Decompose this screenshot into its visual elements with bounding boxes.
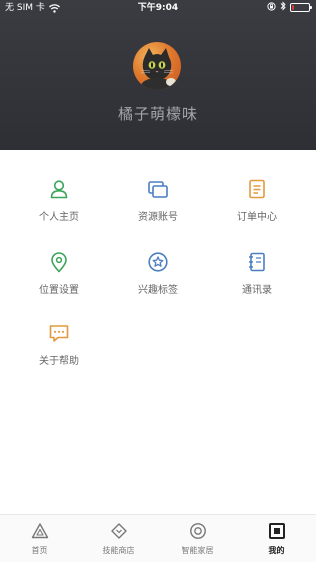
star-badge-icon — [148, 252, 168, 272]
bottom-tab-bar: 首页 技能商店 智能家居 我的 — [0, 514, 316, 562]
status-bar: 无 SIM 卡 下午9:04 — [0, 0, 316, 16]
menu-item-personal-homepage[interactable]: 个人主页 — [6, 168, 112, 228]
menu-item-label: 通讯录 — [242, 285, 272, 296]
avatar[interactable] — [133, 42, 181, 90]
menu-item-label: 关于帮助 — [39, 356, 79, 367]
menu-item-contacts[interactable]: 通讯录 — [204, 241, 310, 301]
cards-icon — [148, 181, 168, 198]
tab-smart-home[interactable]: 智能家居 — [158, 515, 237, 562]
tab-mine[interactable]: 我的 — [237, 515, 316, 562]
profile-square-icon — [268, 523, 285, 539]
profile-screen: 无 SIM 卡 下午9:04 橘子萌檬味 个人主页 资源账号 订单中心 位置设置… — [0, 0, 316, 562]
menu-item-resource-accounts[interactable]: 资源账号 — [105, 168, 211, 228]
menu-item-location-settings[interactable]: 位置设置 — [6, 241, 112, 301]
menu-item-order-center[interactable]: 订单中心 — [204, 168, 310, 228]
rotation-lock-icon — [267, 1, 276, 11]
menu-item-label: 位置设置 — [39, 285, 79, 296]
menu-item-about-help[interactable]: 关于帮助 — [6, 312, 112, 372]
smart-home-circle-icon — [189, 523, 206, 539]
location-pin-icon — [51, 252, 67, 273]
battery-icon — [290, 3, 312, 12]
diamond-shop-icon — [110, 523, 127, 539]
home-triangle-icon — [31, 523, 48, 539]
address-book-icon — [249, 252, 265, 272]
menu-item-label: 兴趣标签 — [138, 285, 178, 296]
chat-bubble-icon — [49, 325, 69, 342]
tab-label: 技能商店 — [102, 546, 135, 555]
menu-item-label: 订单中心 — [237, 212, 277, 223]
order-doc-icon — [249, 179, 265, 199]
username: 橘子萌檬味 — [117, 105, 198, 123]
tab-skill-store[interactable]: 技能商店 — [79, 515, 158, 562]
person-icon — [50, 180, 68, 199]
tab-label: 智能家居 — [181, 546, 214, 555]
tab-label: 我的 — [268, 546, 285, 555]
tab-label: 首页 — [31, 546, 48, 555]
tab-home[interactable]: 首页 — [0, 515, 79, 562]
battery-level-fill — [292, 5, 294, 10]
cat-avatar-image — [139, 48, 176, 90]
menu-item-label: 个人主页 — [39, 212, 79, 223]
menu-item-interest-tags[interactable]: 兴趣标签 — [105, 241, 211, 301]
profile-header: 无 SIM 卡 下午9:04 橘子萌檬味 — [0, 0, 316, 150]
menu-item-label: 资源账号 — [138, 212, 178, 223]
bluetooth-icon — [280, 1, 286, 11]
status-right — [267, 0, 312, 12]
